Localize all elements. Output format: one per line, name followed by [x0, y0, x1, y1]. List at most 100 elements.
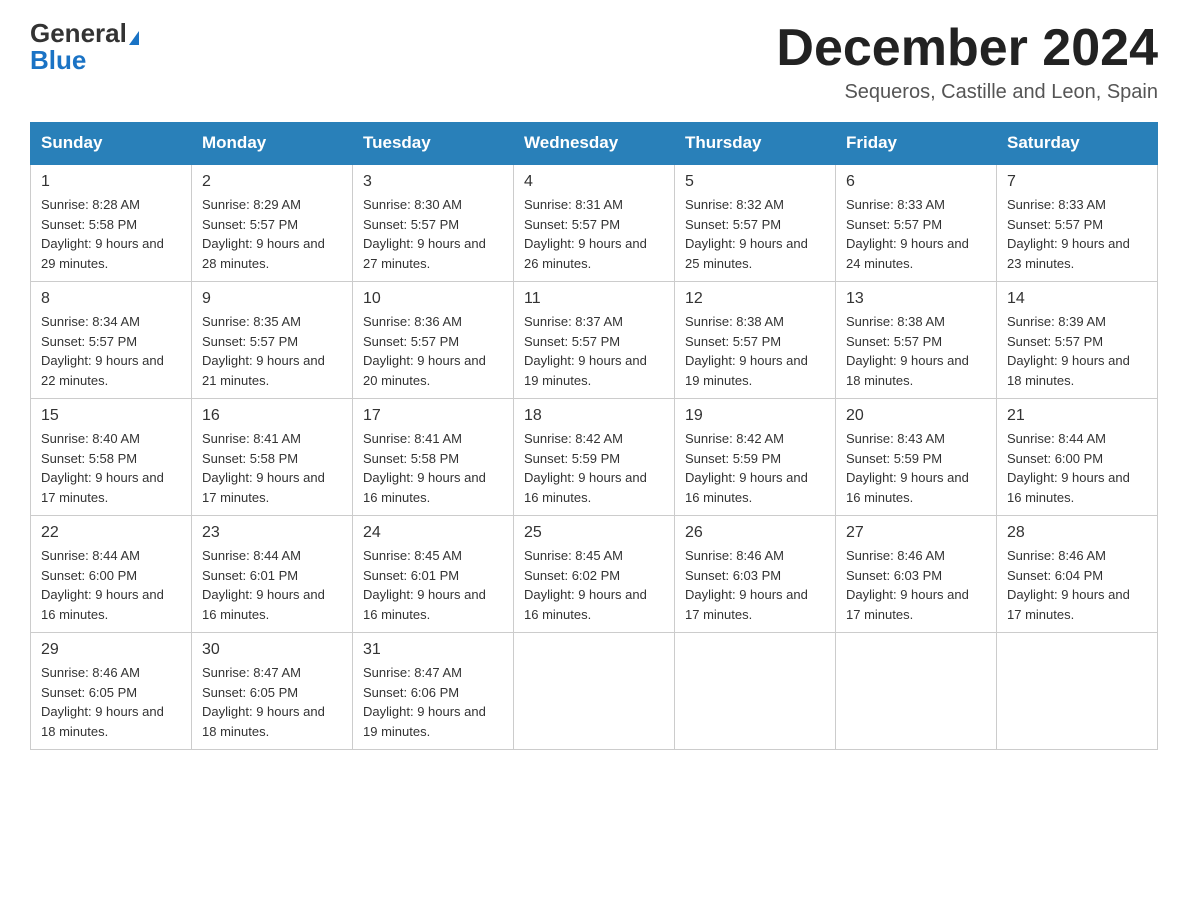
day-info: Sunrise: 8:33 AMSunset: 5:57 PMDaylight:… — [1007, 195, 1147, 273]
day-number: 13 — [846, 290, 986, 308]
day-info: Sunrise: 8:44 AMSunset: 6:01 PMDaylight:… — [202, 546, 342, 624]
day-number: 27 — [846, 524, 986, 542]
calendar-cell: 24 Sunrise: 8:45 AMSunset: 6:01 PMDaylig… — [353, 516, 514, 633]
day-number: 5 — [685, 173, 825, 191]
day-header-saturday: Saturday — [997, 123, 1158, 165]
week-row-3: 15 Sunrise: 8:40 AMSunset: 5:58 PMDaylig… — [31, 399, 1158, 516]
day-number: 21 — [1007, 407, 1147, 425]
logo: General Blue — [30, 20, 139, 74]
day-header-thursday: Thursday — [675, 123, 836, 165]
day-number: 17 — [363, 407, 503, 425]
calendar-cell: 31 Sunrise: 8:47 AMSunset: 6:06 PMDaylig… — [353, 633, 514, 750]
day-header-sunday: Sunday — [31, 123, 192, 165]
day-info: Sunrise: 8:36 AMSunset: 5:57 PMDaylight:… — [363, 312, 503, 390]
calendar-cell: 20 Sunrise: 8:43 AMSunset: 5:59 PMDaylig… — [836, 399, 997, 516]
day-number: 31 — [363, 641, 503, 659]
day-number: 20 — [846, 407, 986, 425]
day-header-wednesday: Wednesday — [514, 123, 675, 165]
day-info: Sunrise: 8:37 AMSunset: 5:57 PMDaylight:… — [524, 312, 664, 390]
calendar-cell: 26 Sunrise: 8:46 AMSunset: 6:03 PMDaylig… — [675, 516, 836, 633]
calendar-cell: 8 Sunrise: 8:34 AMSunset: 5:57 PMDayligh… — [31, 282, 192, 399]
day-number: 14 — [1007, 290, 1147, 308]
calendar-cell: 22 Sunrise: 8:44 AMSunset: 6:00 PMDaylig… — [31, 516, 192, 633]
day-header-friday: Friday — [836, 123, 997, 165]
day-info: Sunrise: 8:28 AMSunset: 5:58 PMDaylight:… — [41, 195, 181, 273]
day-number: 11 — [524, 290, 664, 308]
calendar-cell: 9 Sunrise: 8:35 AMSunset: 5:57 PMDayligh… — [192, 282, 353, 399]
calendar-cell: 17 Sunrise: 8:41 AMSunset: 5:58 PMDaylig… — [353, 399, 514, 516]
day-number: 25 — [524, 524, 664, 542]
day-info: Sunrise: 8:29 AMSunset: 5:57 PMDaylight:… — [202, 195, 342, 273]
day-info: Sunrise: 8:46 AMSunset: 6:04 PMDaylight:… — [1007, 546, 1147, 624]
calendar-cell — [836, 633, 997, 750]
day-number: 22 — [41, 524, 181, 542]
day-info: Sunrise: 8:34 AMSunset: 5:57 PMDaylight:… — [41, 312, 181, 390]
day-number: 7 — [1007, 173, 1147, 191]
day-info: Sunrise: 8:46 AMSunset: 6:05 PMDaylight:… — [41, 663, 181, 741]
calendar-cell: 12 Sunrise: 8:38 AMSunset: 5:57 PMDaylig… — [675, 282, 836, 399]
calendar-cell: 28 Sunrise: 8:46 AMSunset: 6:04 PMDaylig… — [997, 516, 1158, 633]
day-info: Sunrise: 8:46 AMSunset: 6:03 PMDaylight:… — [846, 546, 986, 624]
day-headers-row: SundayMondayTuesdayWednesdayThursdayFrid… — [31, 123, 1158, 165]
calendar-table: SundayMondayTuesdayWednesdayThursdayFrid… — [30, 122, 1158, 750]
day-number: 6 — [846, 173, 986, 191]
week-row-2: 8 Sunrise: 8:34 AMSunset: 5:57 PMDayligh… — [31, 282, 1158, 399]
day-info: Sunrise: 8:43 AMSunset: 5:59 PMDaylight:… — [846, 429, 986, 507]
day-info: Sunrise: 8:41 AMSunset: 5:58 PMDaylight:… — [202, 429, 342, 507]
day-info: Sunrise: 8:44 AMSunset: 6:00 PMDaylight:… — [1007, 429, 1147, 507]
calendar-cell: 14 Sunrise: 8:39 AMSunset: 5:57 PMDaylig… — [997, 282, 1158, 399]
month-title: December 2024 — [776, 20, 1158, 77]
calendar-cell: 21 Sunrise: 8:44 AMSunset: 6:00 PMDaylig… — [997, 399, 1158, 516]
day-number: 4 — [524, 173, 664, 191]
calendar-cell — [997, 633, 1158, 750]
calendar-cell: 6 Sunrise: 8:33 AMSunset: 5:57 PMDayligh… — [836, 164, 997, 282]
day-number: 18 — [524, 407, 664, 425]
day-info: Sunrise: 8:42 AMSunset: 5:59 PMDaylight:… — [524, 429, 664, 507]
day-info: Sunrise: 8:45 AMSunset: 6:02 PMDaylight:… — [524, 546, 664, 624]
calendar-cell — [675, 633, 836, 750]
day-number: 8 — [41, 290, 181, 308]
day-number: 29 — [41, 641, 181, 659]
day-number: 1 — [41, 173, 181, 191]
calendar-cell: 18 Sunrise: 8:42 AMSunset: 5:59 PMDaylig… — [514, 399, 675, 516]
day-header-tuesday: Tuesday — [353, 123, 514, 165]
calendar-cell: 23 Sunrise: 8:44 AMSunset: 6:01 PMDaylig… — [192, 516, 353, 633]
week-row-4: 22 Sunrise: 8:44 AMSunset: 6:00 PMDaylig… — [31, 516, 1158, 633]
logo-blue-text: Blue — [30, 45, 86, 75]
day-number: 28 — [1007, 524, 1147, 542]
day-number: 19 — [685, 407, 825, 425]
day-number: 24 — [363, 524, 503, 542]
day-info: Sunrise: 8:30 AMSunset: 5:57 PMDaylight:… — [363, 195, 503, 273]
day-info: Sunrise: 8:39 AMSunset: 5:57 PMDaylight:… — [1007, 312, 1147, 390]
logo-general-line: General — [30, 20, 139, 47]
day-number: 23 — [202, 524, 342, 542]
logo-triangle-icon — [129, 31, 139, 45]
calendar-cell: 15 Sunrise: 8:40 AMSunset: 5:58 PMDaylig… — [31, 399, 192, 516]
day-info: Sunrise: 8:32 AMSunset: 5:57 PMDaylight:… — [685, 195, 825, 273]
calendar-cell: 13 Sunrise: 8:38 AMSunset: 5:57 PMDaylig… — [836, 282, 997, 399]
day-info: Sunrise: 8:41 AMSunset: 5:58 PMDaylight:… — [363, 429, 503, 507]
calendar-cell: 16 Sunrise: 8:41 AMSunset: 5:58 PMDaylig… — [192, 399, 353, 516]
week-row-5: 29 Sunrise: 8:46 AMSunset: 6:05 PMDaylig… — [31, 633, 1158, 750]
day-info: Sunrise: 8:33 AMSunset: 5:57 PMDaylight:… — [846, 195, 986, 273]
day-info: Sunrise: 8:35 AMSunset: 5:57 PMDaylight:… — [202, 312, 342, 390]
week-row-1: 1 Sunrise: 8:28 AMSunset: 5:58 PMDayligh… — [31, 164, 1158, 282]
day-number: 15 — [41, 407, 181, 425]
day-number: 2 — [202, 173, 342, 191]
calendar-cell: 27 Sunrise: 8:46 AMSunset: 6:03 PMDaylig… — [836, 516, 997, 633]
calendar-cell: 7 Sunrise: 8:33 AMSunset: 5:57 PMDayligh… — [997, 164, 1158, 282]
day-info: Sunrise: 8:47 AMSunset: 6:06 PMDaylight:… — [363, 663, 503, 741]
day-info: Sunrise: 8:46 AMSunset: 6:03 PMDaylight:… — [685, 546, 825, 624]
day-info: Sunrise: 8:31 AMSunset: 5:57 PMDaylight:… — [524, 195, 664, 273]
calendar-cell: 5 Sunrise: 8:32 AMSunset: 5:57 PMDayligh… — [675, 164, 836, 282]
day-number: 16 — [202, 407, 342, 425]
calendar-cell: 25 Sunrise: 8:45 AMSunset: 6:02 PMDaylig… — [514, 516, 675, 633]
day-number: 26 — [685, 524, 825, 542]
day-info: Sunrise: 8:47 AMSunset: 6:05 PMDaylight:… — [202, 663, 342, 741]
day-info: Sunrise: 8:44 AMSunset: 6:00 PMDaylight:… — [41, 546, 181, 624]
calendar-cell — [514, 633, 675, 750]
day-number: 12 — [685, 290, 825, 308]
calendar-cell: 3 Sunrise: 8:30 AMSunset: 5:57 PMDayligh… — [353, 164, 514, 282]
calendar-cell: 30 Sunrise: 8:47 AMSunset: 6:05 PMDaylig… — [192, 633, 353, 750]
calendar-cell: 19 Sunrise: 8:42 AMSunset: 5:59 PMDaylig… — [675, 399, 836, 516]
